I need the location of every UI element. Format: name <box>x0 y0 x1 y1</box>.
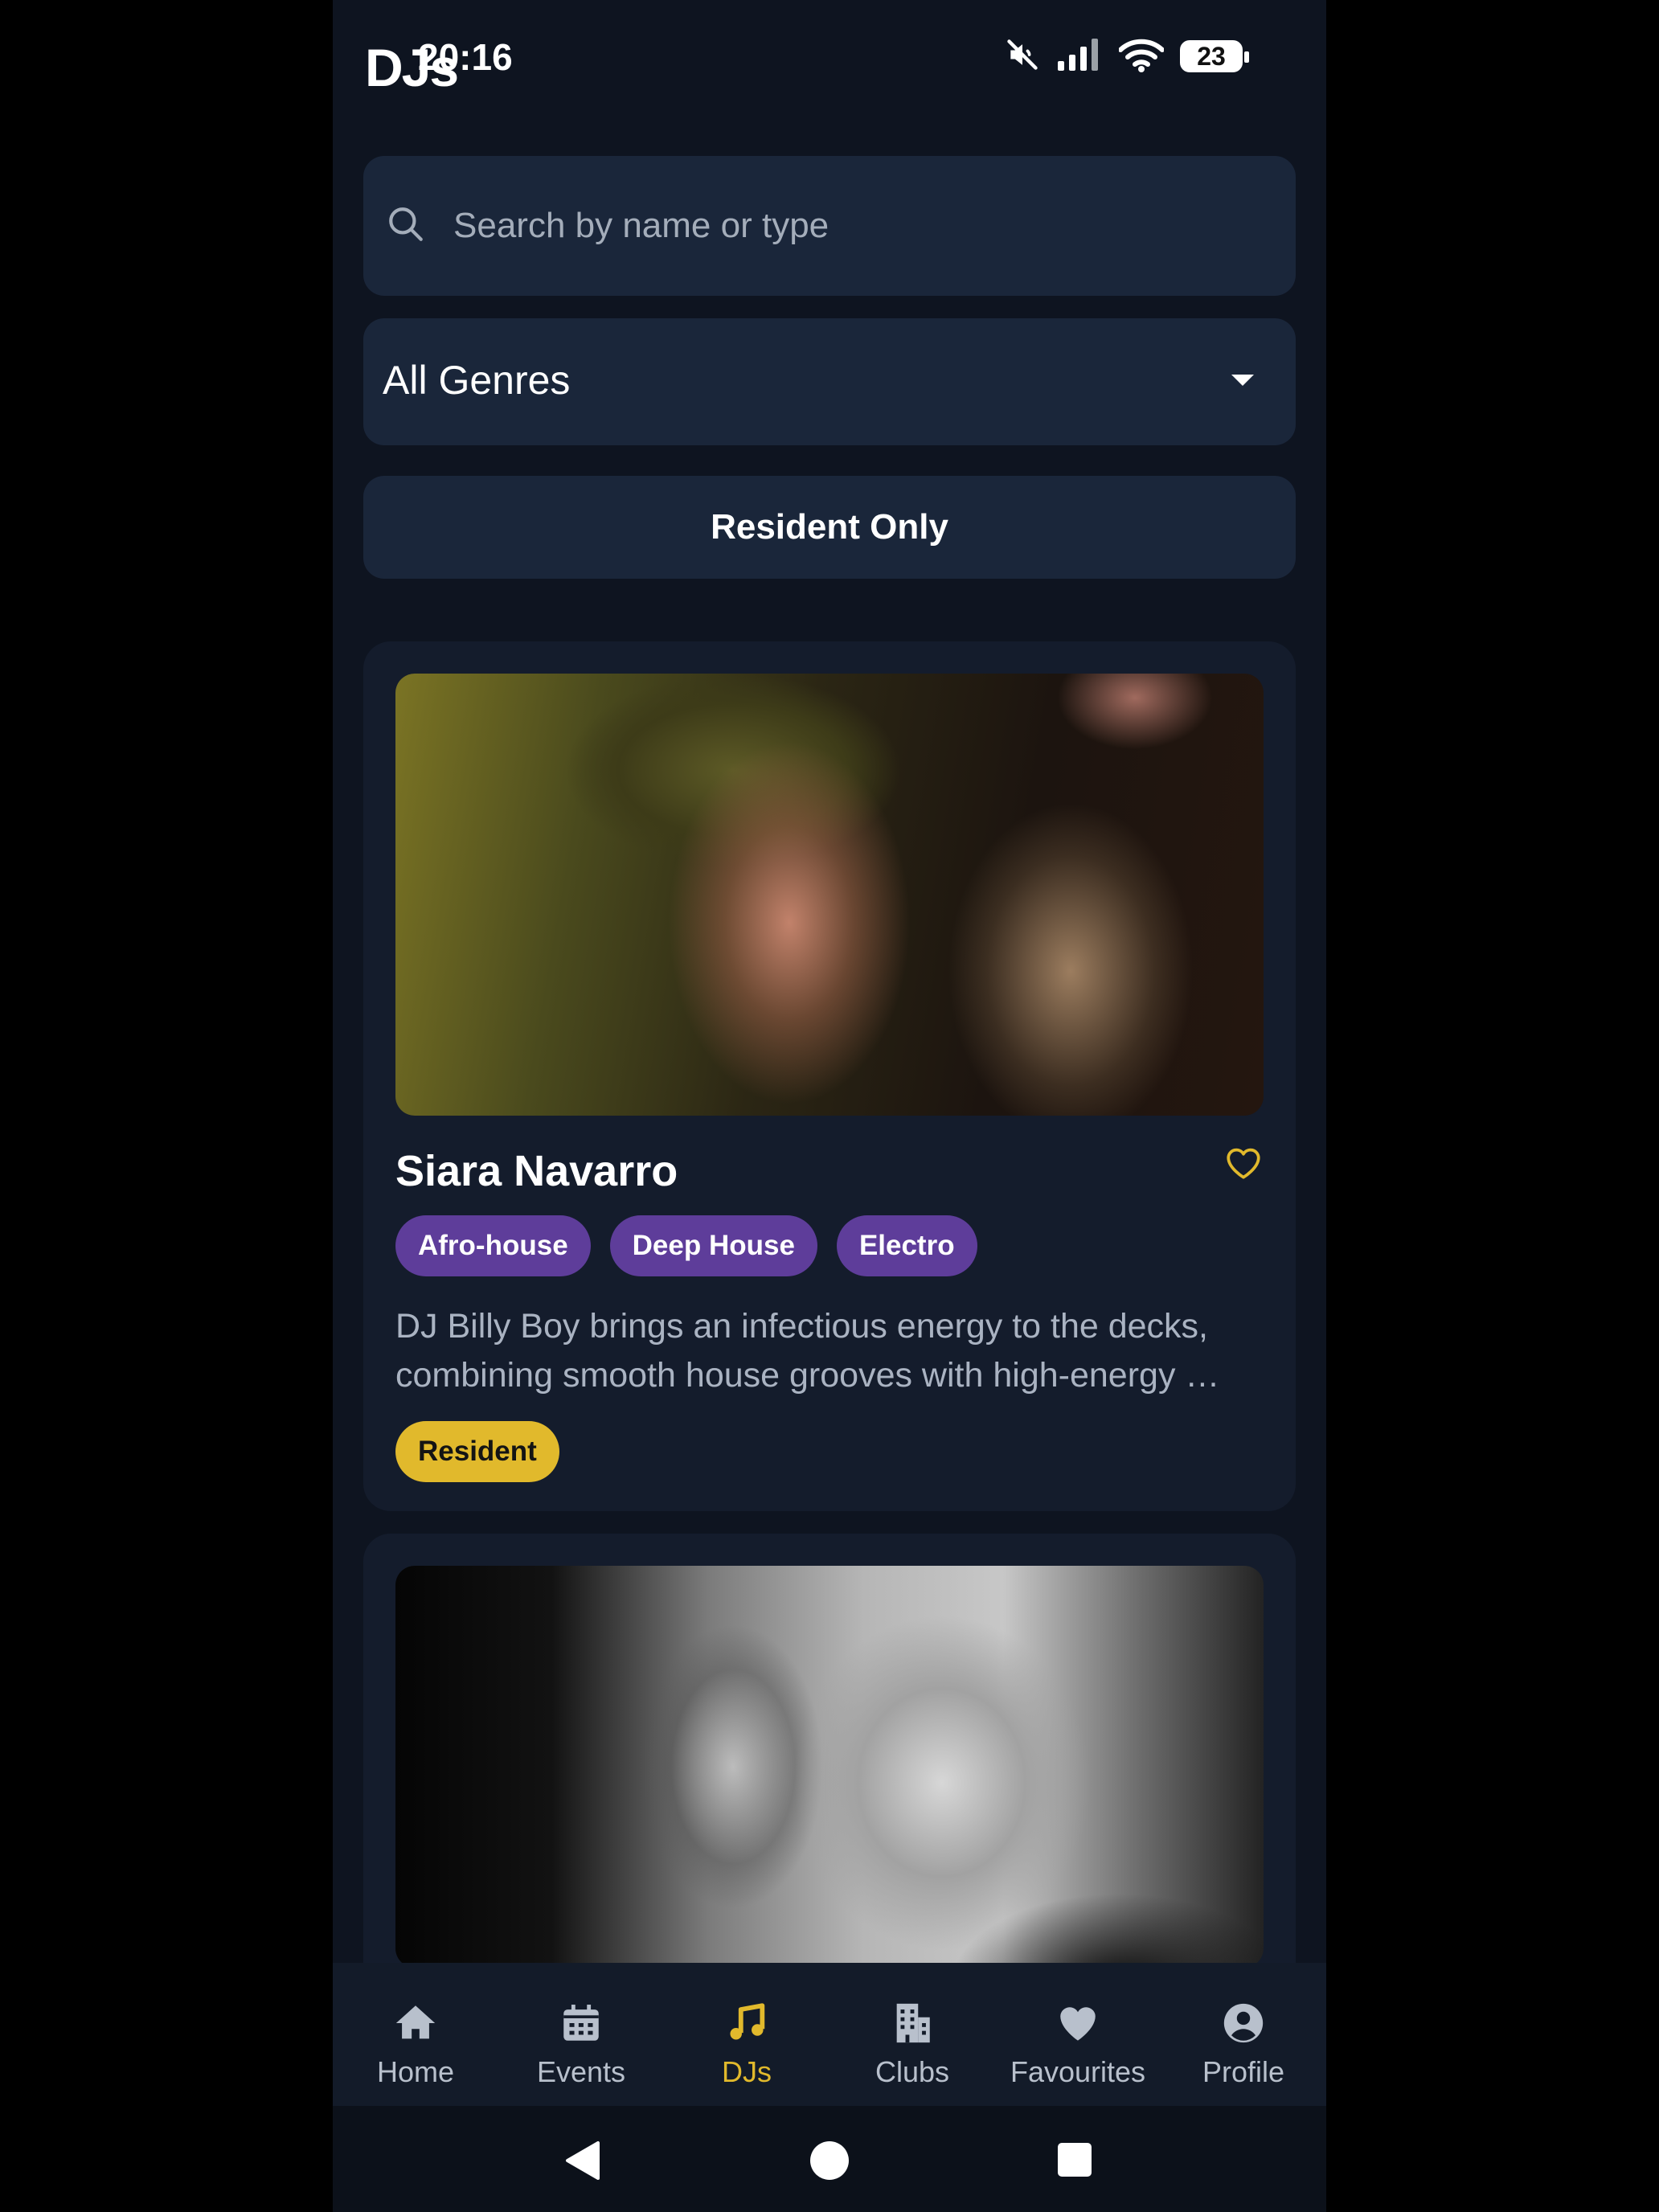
dj-card[interactable] <box>363 1534 1296 2016</box>
system-navigation-bar <box>333 2106 1326 2212</box>
search-input[interactable] <box>452 188 1259 264</box>
battery-icon: 23 <box>1180 40 1249 72</box>
profile-icon <box>1220 2000 1267 2050</box>
dj-bio: DJ Billy Boy brings an infectious energy… <box>395 1307 1220 1395</box>
nav-label: DJs <box>722 2055 772 2088</box>
signal-icon <box>1056 37 1103 76</box>
nav-label: Clubs <box>875 2055 950 2088</box>
search-field[interactable] <box>363 156 1296 296</box>
dropdown-arrow-icon <box>1231 375 1254 386</box>
dj-card[interactable]: Siara Navarro Afro-house Deep House Elec… <box>363 641 1296 1511</box>
calendar-icon <box>558 2000 604 2050</box>
nav-label: Events <box>536 2055 626 2088</box>
status-bar: DJs 20:16 23 <box>333 0 1326 121</box>
genre-tag: Electro <box>836 1215 977 1276</box>
nav-djs[interactable]: DJs <box>664 1963 830 2106</box>
nav-clubs[interactable]: Clubs <box>830 1963 995 2106</box>
nav-label: Favourites <box>1010 2055 1146 2088</box>
heart-icon <box>1055 2000 1101 2050</box>
nav-label: Home <box>376 2055 455 2088</box>
bottom-navigation: Home Events DJs Clubs Favourites Profile <box>333 1963 1326 2106</box>
recent-apps-icon[interactable] <box>1058 2143 1092 2177</box>
home-circle-icon[interactable] <box>810 2141 849 2180</box>
phone-screen: DJs 20:16 23 Search by name or type All … <box>333 0 1326 2212</box>
back-icon[interactable] <box>564 2140 601 2185</box>
favourite-heart-icon[interactable] <box>1223 1143 1264 1187</box>
nav-home[interactable]: Home <box>333 1963 498 2106</box>
building-icon <box>889 2000 936 2050</box>
music-note-icon <box>723 2000 770 2050</box>
wifi-icon <box>1118 37 1165 76</box>
nav-label: Profile <box>1202 2055 1285 2088</box>
nav-events[interactable]: Events <box>498 1963 664 2106</box>
dj-photo <box>395 1566 1264 1968</box>
status-icons: 23 <box>1005 37 1249 76</box>
home-icon <box>392 2000 439 2050</box>
genre-tag: Afro-house <box>395 1215 591 1276</box>
genre-tag: Deep House <box>609 1215 817 1276</box>
genre-dropdown-value: All Genres <box>383 358 571 403</box>
dj-photo <box>395 674 1264 1116</box>
genre-tags: Afro-house Deep House Electro <box>395 1215 977 1276</box>
resident-only-button[interactable]: Resident Only <box>363 476 1296 579</box>
dj-name: Siara Navarro <box>395 1147 678 1195</box>
genre-dropdown[interactable]: All Genres <box>363 318 1296 445</box>
resident-badge: Resident <box>395 1421 559 1482</box>
nav-favourites[interactable]: Favourites <box>995 1963 1161 2106</box>
nav-profile[interactable]: Profile <box>1161 1963 1326 2106</box>
mute-icon <box>1005 37 1040 76</box>
status-time: 20:16 <box>418 36 513 78</box>
battery-level: 23 <box>1197 42 1226 71</box>
search-icon <box>386 204 426 248</box>
